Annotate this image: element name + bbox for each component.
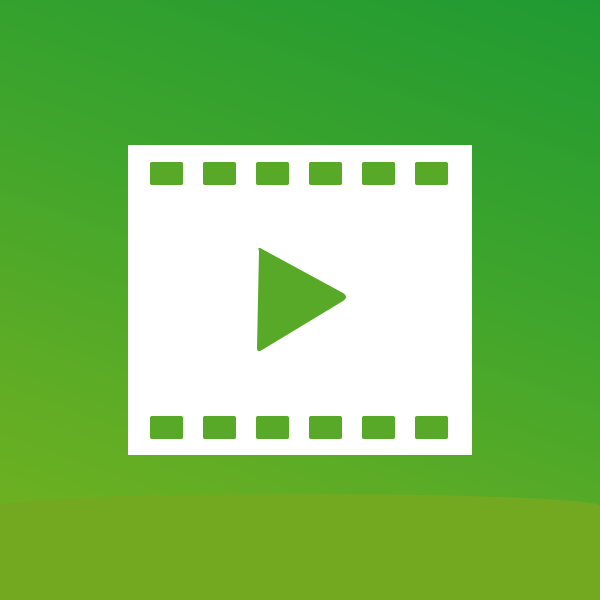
film-strip-icon xyxy=(128,145,472,455)
bottom-shading-band xyxy=(0,494,600,600)
app-icon-tile xyxy=(0,0,600,600)
play-triangle xyxy=(257,247,346,352)
play-icon xyxy=(257,247,346,352)
